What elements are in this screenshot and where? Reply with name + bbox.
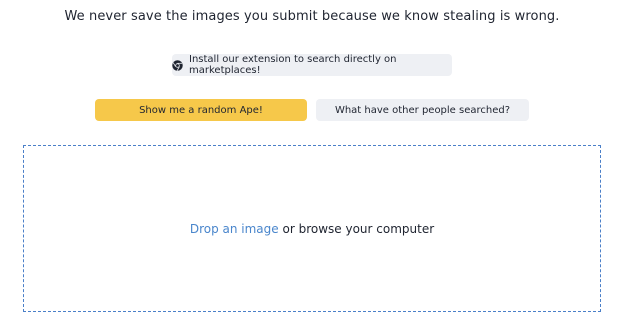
random-ape-label: Show me a random Ape! (139, 104, 263, 116)
image-dropzone[interactable]: Drop an image or browse your computer (23, 145, 601, 312)
random-ape-button[interactable]: Show me a random Ape! (95, 99, 307, 121)
drop-image-link[interactable]: Drop an image (190, 222, 279, 236)
browse-computer-text: or browse your computer (282, 221, 435, 236)
page: We never save the images you submit beca… (0, 0, 640, 322)
install-extension-label: Install our extension to search directly… (189, 54, 397, 76)
chrome-icon (172, 59, 183, 71)
others-searched-button[interactable]: What have other people searched? (316, 99, 529, 121)
privacy-headline: We never save the images you submit beca… (64, 9, 560, 24)
others-searched-label: What have other people searched? (334, 104, 511, 116)
install-extension-button[interactable]: Install our extension to search directly… (172, 54, 452, 76)
